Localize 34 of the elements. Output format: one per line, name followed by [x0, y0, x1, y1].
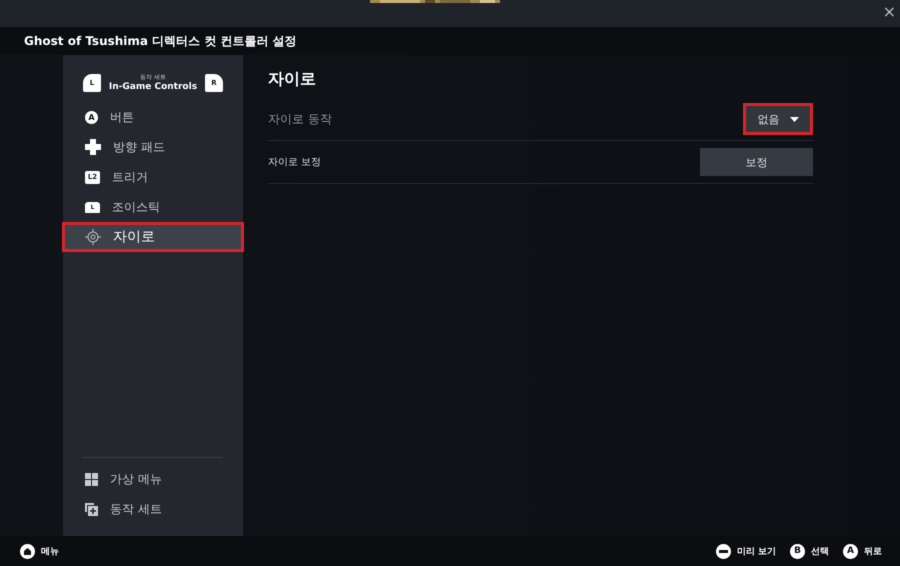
button-glyph-icon: B	[790, 544, 805, 558]
section-title: 자이로	[268, 69, 317, 90]
setting-label: 자이로 보정	[268, 156, 322, 169]
sidebar-item-label: 가상 메뉴	[110, 470, 162, 488]
copy-icon	[85, 502, 98, 516]
sidebar-item-label: 버튼	[110, 108, 134, 126]
caret-icon	[790, 116, 798, 122]
gyro-icon	[85, 229, 101, 245]
window-title: Ghost of Tsushima 디렉터스 컷 컨트롤러 설정	[24, 32, 297, 50]
sidebar-item-label: 조이스틱	[112, 198, 160, 216]
close-button[interactable]: ×	[882, 4, 896, 20]
sidebar-item[interactable]: 가상 메뉴	[62, 464, 244, 494]
hint-label: 미리 보기	[736, 546, 776, 558]
sidebar-item-label: 자이로	[113, 228, 155, 246]
grid-icon	[85, 472, 98, 486]
button-glyph-icon: A	[843, 544, 858, 558]
sidebar-item[interactable]: 자이로	[62, 222, 244, 252]
sidebar-item-label: 방향 패드	[113, 138, 165, 156]
sidebar-item-label: 트리거	[112, 168, 148, 186]
sidebar-item[interactable]: 동작 세트	[62, 494, 244, 524]
setting-label: 자이로 동작	[268, 110, 332, 128]
calibrate-button[interactable]: 보정	[700, 148, 813, 176]
minus-button-icon	[716, 544, 731, 558]
dpad-icon	[85, 139, 101, 155]
sidebar-item[interactable]: 방향 패드	[62, 132, 244, 162]
hint-label: 선택	[811, 546, 829, 558]
hint-label: 뒤로	[864, 546, 882, 558]
sidebar-item[interactable]: A 버튼	[62, 102, 244, 132]
action-set-name: In-Game Controls	[108, 82, 198, 92]
sidebar-item-label: 동작 세트	[110, 500, 162, 518]
button-glyph-icon: A	[85, 110, 98, 124]
gyro-dropdown[interactable]: 없음	[743, 103, 813, 135]
hint-label: 메뉴	[41, 546, 59, 558]
home-button-icon	[20, 544, 35, 558]
